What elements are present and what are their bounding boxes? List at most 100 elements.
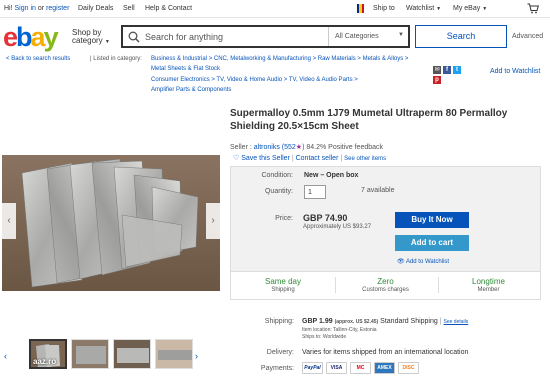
- chevron-down-icon: ▼: [104, 39, 110, 45]
- shop-by-category-button[interactable]: Shop by category ▼: [72, 29, 110, 46]
- benefit-shipping: Same day Shipping: [233, 277, 333, 293]
- benefit-sub: Member: [477, 287, 500, 293]
- back-to-results-label: Back to search results: [11, 56, 71, 62]
- pinterest-icon[interactable]: p: [433, 76, 441, 84]
- search-bar: All Categories ▼: [121, 25, 410, 48]
- thumbnail[interactable]: [71, 339, 109, 369]
- benefit-headline: Longtime: [472, 277, 505, 286]
- next-photo-button[interactable]: ›: [206, 203, 220, 239]
- delivery-value: Varies for items shipped from an interna…: [302, 349, 469, 356]
- category-path-2-leaf[interactable]: Amplifier Parts & Components: [151, 87, 231, 93]
- thumbnail[interactable]: [113, 339, 151, 369]
- eye-icon: 👁: [397, 259, 405, 265]
- cart-icon[interactable]: [527, 3, 539, 14]
- share-icons-row-2: p: [433, 76, 441, 84]
- watermark-text: aaz.ro: [33, 357, 57, 366]
- greeting: Hi! Sign in or register: [4, 5, 69, 12]
- sell-link[interactable]: Sell: [123, 5, 135, 12]
- quantity-input[interactable]: 1: [304, 185, 326, 199]
- contact-seller-link[interactable]: Contact seller: [296, 155, 339, 162]
- heart-icon: ♡: [233, 155, 240, 162]
- save-seller-link[interactable]: Save this Seller: [241, 155, 290, 162]
- watchlist-menu[interactable]: Watchlist ▼: [406, 5, 441, 12]
- category-path-1[interactable]: Business & Industrial > CNC, Metalworkin…: [151, 56, 408, 62]
- category-path-2[interactable]: Consumer Electronics > TV, Video & Home …: [151, 77, 358, 83]
- logo-letter: b: [16, 22, 32, 52]
- category-select[interactable]: All Categories ▼: [328, 27, 408, 46]
- or-text: or: [37, 5, 45, 12]
- separator: |: [439, 318, 442, 325]
- thumbs-next-icon[interactable]: ›: [195, 351, 198, 361]
- shipping-price: GBP 1.99: [302, 318, 333, 325]
- previous-photo-button[interactable]: ‹: [2, 203, 16, 239]
- advanced-search-link[interactable]: Advanced: [512, 33, 543, 40]
- separator: |: [291, 155, 294, 162]
- twitter-icon[interactable]: t: [453, 66, 461, 74]
- payment-methods: PayPal VISA MC AMEX DISC: [302, 362, 419, 374]
- mastercard-icon: MC: [350, 362, 371, 374]
- logo-letter: a: [30, 22, 46, 52]
- shipping-approx: (approx. US $2.45): [334, 319, 379, 325]
- see-details-link[interactable]: See details: [444, 319, 469, 325]
- sign-in-link[interactable]: Sign in: [15, 5, 36, 12]
- romania-flag-icon: [357, 4, 364, 13]
- shipping-service: Standard Shipping: [380, 318, 438, 325]
- search-input[interactable]: [145, 30, 325, 44]
- paypal-icon: PayPal: [302, 362, 323, 374]
- back-to-results-link[interactable]: < Back to search results: [6, 56, 70, 62]
- item-title: Supermalloy 0.5mm 1J79 Mumetal Ultraperm…: [230, 108, 508, 132]
- thumbnail-image: [72, 340, 108, 368]
- payments-label: Payments:: [260, 365, 294, 372]
- seller-actions: ♡ Save this Seller | Contact seller | Se…: [233, 154, 386, 162]
- add-to-watchlist-label: Add to Watchlist: [405, 259, 450, 265]
- amex-icon: AMEX: [374, 362, 395, 374]
- benefit-customs: Zero Customs charges: [335, 277, 435, 293]
- benefits-bar: Same day Shipping Zero Customs charges L…: [231, 271, 540, 299]
- main-header: ebay Shop by category ▼ All Categories ▼…: [0, 18, 550, 54]
- add-to-watchlist-link[interactable]: Add to Watchlist: [490, 68, 540, 75]
- shipping-label: Shipping:: [264, 318, 294, 325]
- email-share-icon[interactable]: ✉: [433, 66, 441, 74]
- item-photo-viewer: ‹ ›: [0, 106, 222, 336]
- chevron-down-icon: ▼: [436, 6, 442, 12]
- help-contact-link[interactable]: Help & Contact: [145, 5, 192, 12]
- benefit-sub: Customs charges: [362, 287, 409, 293]
- condition-value: New – Open box: [304, 172, 359, 179]
- benefit-member: Longtime Member: [438, 277, 538, 293]
- my-ebay-menu[interactable]: My eBay ▼: [453, 5, 487, 12]
- thumbnail-image: [114, 340, 150, 368]
- logo-letter: e: [3, 22, 18, 52]
- positive-feedback: 84.2% Positive feedback: [306, 144, 384, 151]
- search-button[interactable]: Search: [415, 25, 507, 48]
- buy-it-now-button[interactable]: Buy It Now: [395, 212, 469, 228]
- add-to-cart-button[interactable]: Add to cart: [395, 235, 469, 251]
- greeting-text: Hi!: [4, 5, 13, 12]
- price-approx: Approximately US $93.27: [303, 224, 372, 230]
- benefit-headline: Zero: [377, 277, 394, 286]
- benefit-sub: Shipping: [271, 287, 295, 293]
- seller-name-link[interactable]: altroniks: [254, 144, 280, 151]
- thumbnail[interactable]: [155, 339, 193, 369]
- watchlist-label: Watchlist: [406, 5, 435, 12]
- price-label: Price:: [275, 215, 293, 222]
- ship-to-link[interactable]: Ship to: [373, 5, 395, 12]
- seller-label: Seller :: [230, 144, 252, 151]
- daily-deals-link[interactable]: Daily Deals: [78, 5, 113, 12]
- item-price: GBP 74.90: [303, 213, 348, 223]
- logo-letter: y: [43, 22, 59, 52]
- register-link[interactable]: register: [46, 5, 69, 12]
- ships-to: Ships to: Worldwide: [302, 334, 347, 340]
- other-items-link[interactable]: See other items: [344, 156, 386, 162]
- category-path-1-leaf[interactable]: Metal Sheets & Flat Stock: [151, 66, 220, 72]
- condition-label: Condition:: [261, 172, 293, 179]
- category-select-value: All Categories: [335, 33, 379, 40]
- feedback-score-link[interactable]: (552: [282, 144, 296, 151]
- item-photo[interactable]: [2, 155, 220, 291]
- purchase-panel: Condition: New – Open box Quantity: 1 7 …: [230, 166, 541, 300]
- ebay-logo[interactable]: ebay: [3, 22, 59, 52]
- seller-info: Seller : altroniks (552★) 84.2% Positive…: [230, 144, 384, 151]
- facebook-icon[interactable]: f: [443, 66, 451, 74]
- thumbs-prev-icon[interactable]: ‹: [4, 351, 7, 361]
- add-to-watchlist-button[interactable]: 👁 Add to Watchlist: [397, 258, 449, 265]
- category-label: category: [72, 36, 103, 45]
